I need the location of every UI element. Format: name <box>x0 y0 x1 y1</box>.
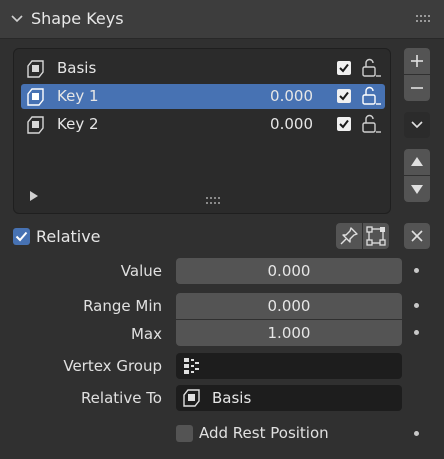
relative-to-value: Basis <box>212 389 252 407</box>
list-resize-grip-icon[interactable] <box>206 197 222 205</box>
lock-icon[interactable] <box>360 114 382 134</box>
relative-to-field[interactable]: Basis <box>176 385 402 411</box>
chevron-down-icon <box>11 15 23 23</box>
relative-to-label: Relative To <box>80 389 162 407</box>
shape-key-icon <box>183 389 200 407</box>
clear-shape-key-button[interactable] <box>404 223 430 249</box>
shape-key-name: Key 2 <box>57 115 99 133</box>
plus-icon <box>411 55 423 67</box>
lock-icon[interactable] <box>360 86 382 106</box>
lock-icon[interactable] <box>360 58 382 78</box>
value-field[interactable]: 0.000 <box>176 258 402 284</box>
relative-label[interactable]: Relative <box>36 227 101 246</box>
range-min-field[interactable]: 0.000 <box>176 293 402 319</box>
shape-key-specials-menu-button[interactable] <box>404 112 430 138</box>
vertex-group-field[interactable] <box>176 353 402 379</box>
move-down-button[interactable] <box>404 176 430 202</box>
checkmark-icon <box>15 231 28 242</box>
play-icon[interactable] <box>30 191 38 201</box>
add-shape-key-button[interactable] <box>404 48 430 74</box>
grip-icon[interactable] <box>416 14 432 24</box>
shape-key-icon <box>27 116 44 134</box>
shape-key-icon <box>27 60 44 78</box>
shape-key-row-key2[interactable]: Key 2 0.000 <box>21 112 385 137</box>
edit-mode-button[interactable] <box>363 223 389 249</box>
shape-key-mute-checkbox[interactable] <box>337 61 351 75</box>
move-up-button[interactable] <box>404 149 430 175</box>
vertex-group-label: Vertex Group <box>63 357 162 375</box>
arrow-down-icon <box>411 185 423 194</box>
shape-key-value[interactable]: 0.000 <box>270 87 313 105</box>
pin-icon <box>340 227 358 245</box>
max-field[interactable]: 1.000 <box>176 320 402 346</box>
add-rest-position-label[interactable]: Add Rest Position <box>199 424 329 442</box>
shape-key-value[interactable]: 0.000 <box>270 115 313 133</box>
menu-chevron-icon <box>411 121 423 129</box>
pin-shape-key-button[interactable] <box>336 223 362 249</box>
add-rest-position-checkbox[interactable] <box>176 425 193 442</box>
close-icon <box>411 230 423 242</box>
value-label: Value <box>120 262 162 280</box>
shape-key-list[interactable]: Basis Key 1 0.000 Key 2 0.000 <box>13 48 391 214</box>
relative-checkbox[interactable] <box>13 228 30 245</box>
keyframe-dot-icon[interactable] <box>414 303 419 308</box>
panel-header[interactable]: Shape Keys <box>0 0 444 39</box>
checkmark-icon <box>339 119 349 129</box>
checkmark-icon <box>339 63 349 73</box>
shape-key-name: Basis <box>57 59 97 77</box>
checkmark-icon <box>339 91 349 101</box>
max-label: Max <box>130 325 162 343</box>
keyframe-dot-icon[interactable] <box>414 268 419 273</box>
edit-mode-icon <box>366 226 386 246</box>
vertex-group-icon <box>184 358 199 374</box>
keyframe-dot-icon[interactable] <box>414 330 419 335</box>
keyframe-dot-icon[interactable] <box>414 431 419 436</box>
panel-title: Shape Keys <box>31 9 124 28</box>
shape-key-mute-checkbox[interactable] <box>337 117 351 131</box>
shape-key-mute-checkbox[interactable] <box>337 89 351 103</box>
shape-key-name: Key 1 <box>57 87 99 105</box>
shape-key-icon <box>27 88 44 106</box>
shape-key-row-basis[interactable]: Basis <box>21 56 385 81</box>
minus-icon <box>411 87 423 89</box>
arrow-up-icon <box>411 157 423 166</box>
range-min-label: Range Min <box>83 297 162 315</box>
shape-key-row-key1[interactable]: Key 1 0.000 <box>21 84 385 109</box>
remove-shape-key-button[interactable] <box>404 75 430 101</box>
